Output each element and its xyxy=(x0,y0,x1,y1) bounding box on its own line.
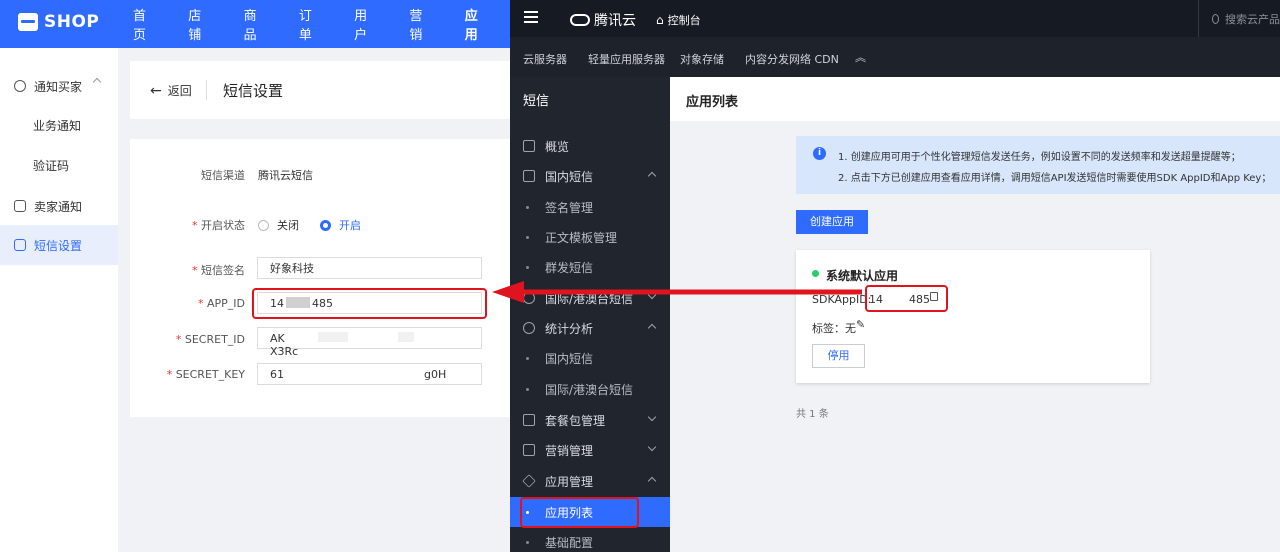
sidebar-title: 短信 xyxy=(523,94,550,109)
nav-orders[interactable]: 订单 xyxy=(299,5,321,43)
sign-input[interactable]: 好象科技 xyxy=(257,257,482,279)
chat-icon xyxy=(14,80,26,92)
sidebar-item-overview[interactable]: 概览 xyxy=(510,131,671,161)
chevron-up-icon xyxy=(647,171,657,181)
sidebar-item-package[interactable]: 套餐包管理 xyxy=(510,405,671,435)
arrow-left-icon: ← xyxy=(150,82,162,99)
subnav-cos[interactable]: 对象存储 xyxy=(680,51,724,67)
grid-icon xyxy=(523,140,535,152)
secret-key-input[interactable]: 61 g0H xyxy=(257,363,482,385)
info-banner: i 1. 创建应用可用于个性化管理短信发送任务，例如设置不同的发送频率和发送超量… xyxy=(796,136,1280,194)
app-card[interactable]: 系统默认应用 SDKAppID: 14 485 标签：无 ✎ 停用 xyxy=(796,250,1150,383)
chevron-up-icon xyxy=(647,323,657,333)
sign-label: * 短信签名 xyxy=(192,264,245,277)
sidebar-item-basic-config[interactable]: 基础配置 xyxy=(510,527,671,552)
redaction-mask xyxy=(398,332,414,342)
shop-header: SHOP 首页 店铺 商品 订单 用户 营销 应用 xyxy=(0,0,520,48)
sidebar-item-group-send[interactable]: 群发短信 xyxy=(510,252,671,282)
tag-label: 标签：无 xyxy=(812,322,856,335)
info-line-1: 1. 创建应用可用于个性化管理短信发送任务，例如设置不同的发送频率和发送超量提醒… xyxy=(838,152,1241,163)
secret-id-label: * SECRET_ID xyxy=(175,333,245,346)
info-line-2: 2. 点击下方已创建应用查看应用详情，调用短信API发送短信时需要使用SDK A… xyxy=(838,173,1272,184)
sidebar-item-sign-mgmt[interactable]: 签名管理 xyxy=(510,192,671,222)
sidebar-item-domestic[interactable]: 国内短信 xyxy=(510,161,671,191)
title-divider xyxy=(206,80,207,100)
search-icon xyxy=(1212,14,1219,24)
content-header: 应用列表 xyxy=(670,77,1280,121)
double-chevron-up-icon[interactable]: ︽ xyxy=(855,49,866,65)
pencil-icon[interactable]: ✎ xyxy=(856,318,865,331)
shop-top-nav: 首页 店铺 商品 订单 用户 营销 应用 xyxy=(133,0,520,48)
info-icon: i xyxy=(813,147,826,160)
chevron-up-icon xyxy=(647,476,657,486)
tencent-logo[interactable]: 腾讯云 xyxy=(570,10,636,30)
nav-store[interactable]: 店铺 xyxy=(188,5,210,43)
sidebar-item-marketing[interactable]: 营销管理 xyxy=(510,435,671,465)
status-radio-on[interactable]: 开启 xyxy=(320,217,361,233)
sidebar-item-stats-domestic[interactable]: 国内短信 xyxy=(510,343,671,373)
search-input[interactable]: 搜索云产品 xyxy=(1212,11,1280,27)
disable-button[interactable]: 停用 xyxy=(812,344,865,368)
layers-icon xyxy=(522,474,536,488)
nav-home[interactable]: 首页 xyxy=(133,5,155,43)
sidebar-item-verify-code[interactable]: 验证码 xyxy=(0,145,118,185)
subnav-cvm[interactable]: 云服务器 xyxy=(523,51,567,67)
secret-key-label: * SECRET_KEY xyxy=(166,368,245,381)
sidebar-item-template-mgmt[interactable]: 正文模板管理 xyxy=(510,222,671,252)
chevron-up-icon xyxy=(92,77,102,87)
subnav-lighthouse[interactable]: 轻量应用服务器 xyxy=(588,51,665,67)
status-dot-icon xyxy=(812,270,819,277)
radio-off-icon xyxy=(258,220,269,231)
status-radio-off[interactable]: 关闭 xyxy=(258,217,299,233)
status-label: * 开启状态 xyxy=(192,219,245,232)
sidebar-item-business-notice[interactable]: 业务通知 xyxy=(0,105,118,145)
page-title: 短信设置 xyxy=(223,82,284,100)
sidebar-item-stats-intl[interactable]: 国际/港澳台短信 xyxy=(510,374,671,404)
total-count: 共 1 条 xyxy=(796,409,829,420)
shop-sidebar: 通知买家 业务通知 验证码 卖家通知 短信设置 xyxy=(0,48,118,552)
mail-icon xyxy=(523,170,535,182)
content-area: i 1. 创建应用可用于个性化管理短信发送任务，例如设置不同的发送频率和发送超量… xyxy=(670,121,1280,552)
highlight-app-list xyxy=(520,497,639,528)
package-icon xyxy=(523,414,535,426)
channel-label: 短信渠道 xyxy=(201,169,245,182)
console-link[interactable]: ⌂ 控制台 xyxy=(656,12,701,28)
nav-users[interactable]: 用户 xyxy=(354,5,376,43)
pie-chart-icon xyxy=(523,322,535,334)
highlight-sdk-appid xyxy=(865,285,948,312)
subnav-cdn[interactable]: 内容分发网络 CDN xyxy=(745,51,839,67)
create-app-button[interactable]: 创建应用 xyxy=(796,210,868,234)
back-button[interactable]: ← 返回 xyxy=(150,82,192,99)
store-icon xyxy=(14,200,26,212)
radio-on-icon xyxy=(320,220,331,231)
sidebar-item-notify-seller[interactable]: 卖家通知 xyxy=(0,186,118,226)
nav-apps[interactable]: 应用 xyxy=(465,5,487,43)
arrow-annotation xyxy=(492,281,862,303)
sidebar-item-sms-settings[interactable]: 短信设置 xyxy=(0,225,118,265)
tencent-header: 腾讯云 ⌂ 控制台 搜索云产品 xyxy=(510,0,1280,37)
nav-products[interactable]: 商品 xyxy=(244,5,266,43)
page-title: 应用列表 xyxy=(686,95,739,110)
sidebar-item-stats[interactable]: 统计分析 xyxy=(510,313,671,343)
chevron-down-icon xyxy=(647,442,657,452)
highlight-appid-input xyxy=(252,288,487,319)
header-divider xyxy=(1198,0,1199,37)
secret-id-input[interactable]: AKX3Rc xyxy=(257,327,482,358)
menu-icon[interactable] xyxy=(524,11,538,23)
shop-logo[interactable]: SHOP xyxy=(18,12,99,32)
sidebar-item-notify-buyer[interactable]: 通知买家 xyxy=(0,66,118,106)
shop-logo-icon xyxy=(18,13,38,31)
channel-value: 腾讯云短信 xyxy=(258,169,313,182)
home-icon: ⌂ xyxy=(656,13,664,27)
cloud-icon xyxy=(570,14,590,26)
sidebar-item-app-mgmt[interactable]: 应用管理 xyxy=(510,466,671,496)
tencent-subnav: 云服务器 轻量应用服务器 对象存储 内容分发网络 CDN ︽ xyxy=(510,37,1280,77)
chevron-down-icon xyxy=(647,412,657,422)
redaction-mask xyxy=(318,332,348,342)
mail-icon xyxy=(14,239,26,251)
tencent-sidebar: 短信 概览 国内短信 签名管理 正文模板管理 群发短信 国际/港澳台短信 统计分… xyxy=(510,77,671,552)
nav-marketing[interactable]: 营销 xyxy=(409,5,431,43)
appid-label: * APP_ID xyxy=(197,297,245,310)
marketing-icon xyxy=(523,444,535,456)
